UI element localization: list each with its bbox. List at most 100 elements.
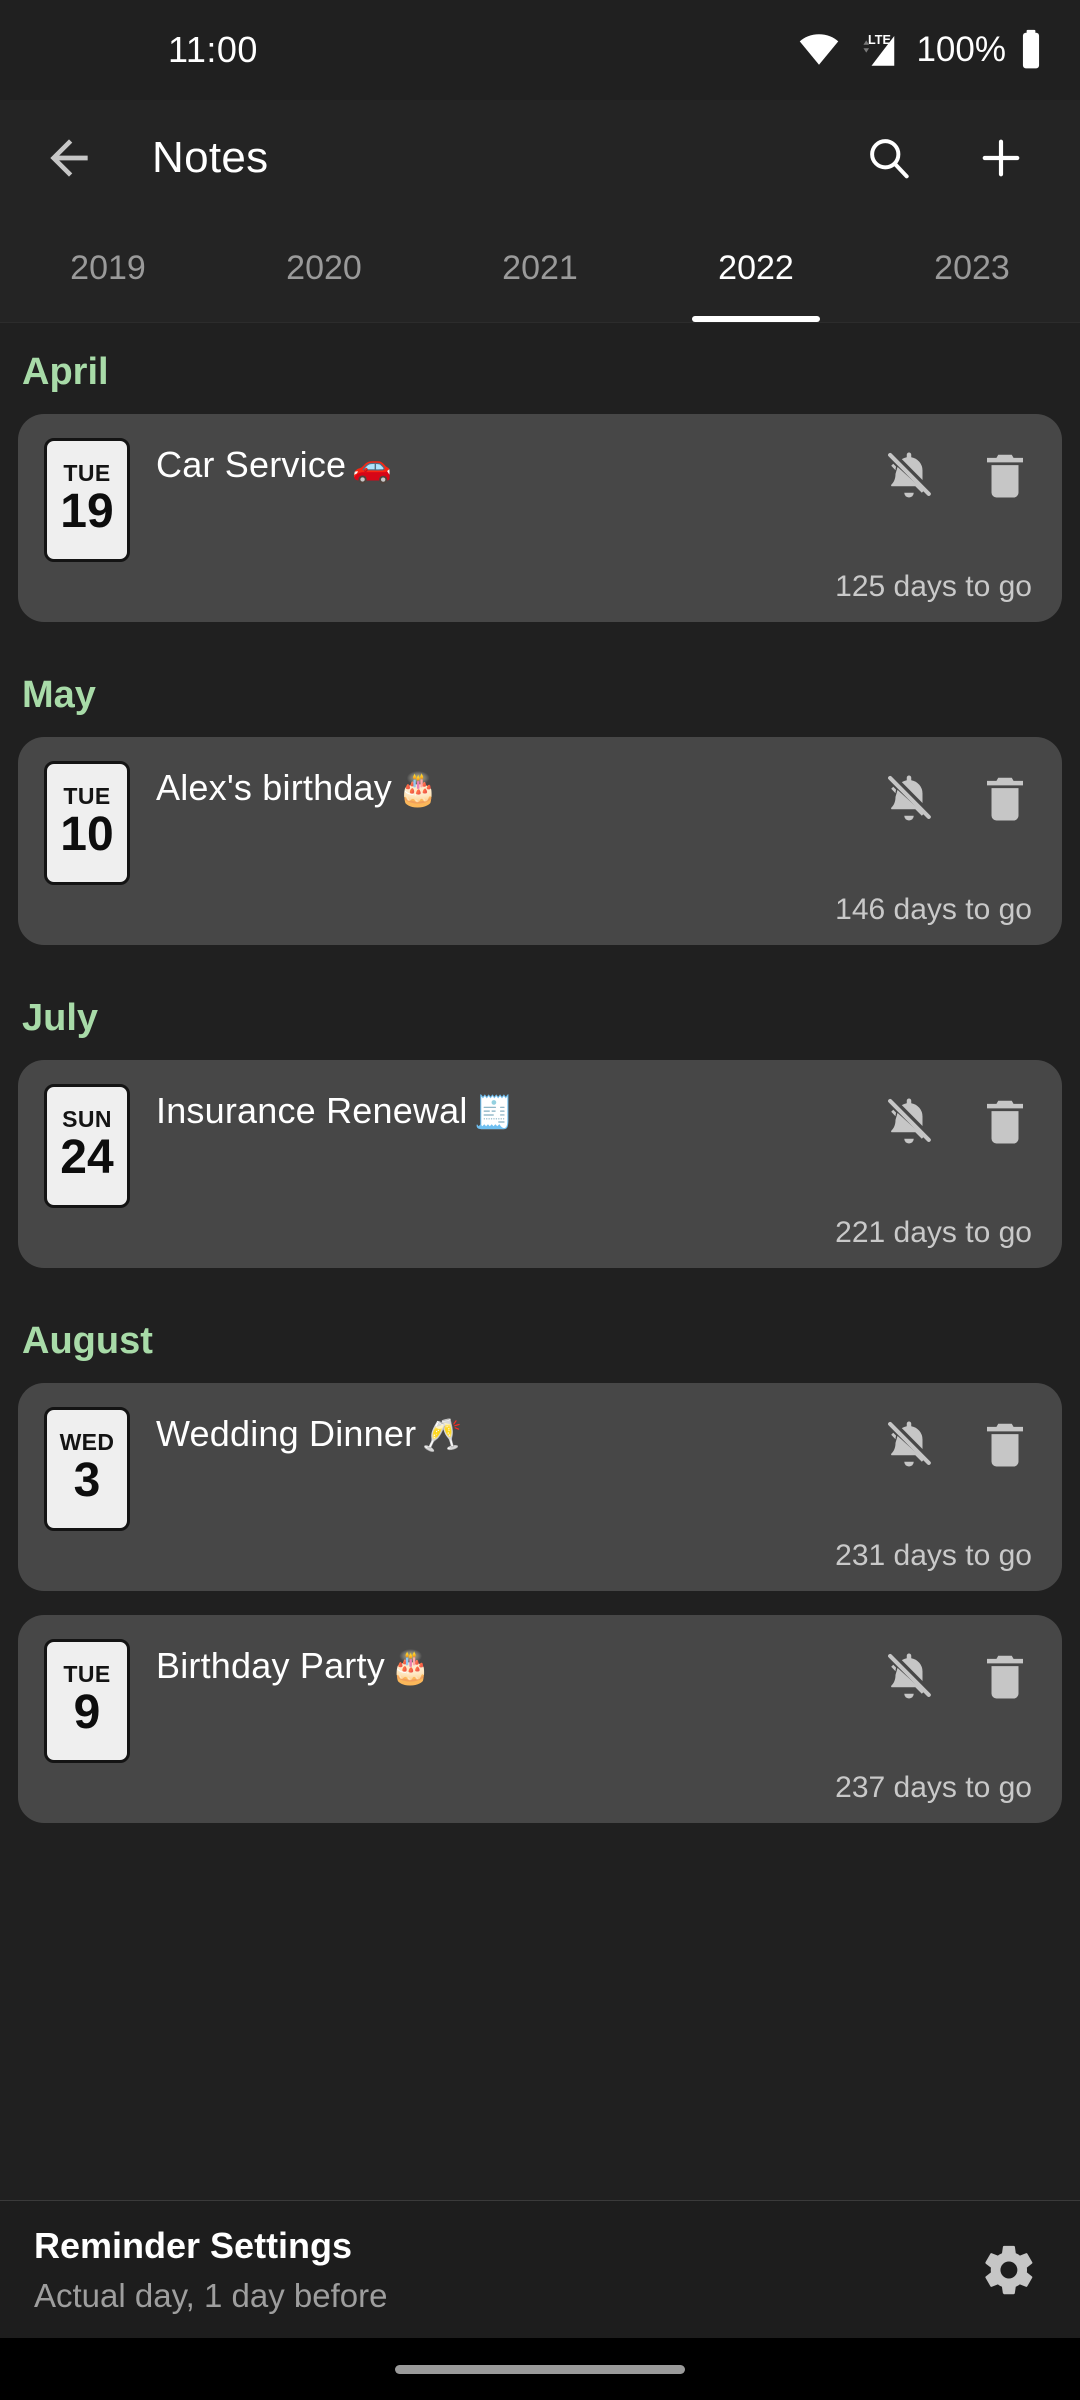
event-day-number: 24 (60, 1131, 114, 1185)
event-day-of-week: TUE (63, 460, 111, 487)
search-button[interactable] (858, 127, 920, 189)
lte-signal-icon: LTE (852, 29, 898, 71)
month-header-may: May (22, 674, 96, 716)
event-title: Alex's birthday (156, 767, 392, 808)
bell-off-icon (888, 1421, 931, 1467)
event-actions (878, 1090, 1036, 1152)
reminder-settings-bar[interactable]: Reminder Settings Actual day, 1 day befo… (0, 2200, 1080, 2338)
month-header-july: July (22, 997, 99, 1039)
wifi-icon (798, 29, 840, 71)
event-emoji: 🎂 (397, 771, 439, 807)
delete-event-button[interactable] (974, 444, 1036, 506)
event-card-top: TUE 19 Car Service 🚗 (44, 438, 1036, 562)
mute-reminder-button[interactable] (878, 1645, 940, 1707)
tab-label: 2019 (70, 249, 146, 287)
year-tabs: 2019 2020 2021 2022 2023 (0, 215, 1080, 323)
event-title-row: Wedding Dinner 🥂 (156, 1413, 862, 1455)
app-bar-actions (858, 127, 1046, 189)
mute-reminder-button[interactable] (878, 1413, 940, 1475)
trash-icon (987, 1423, 1023, 1467)
event-days-to-go: 146 days to go (835, 893, 1032, 926)
mute-reminder-button[interactable] (878, 1090, 940, 1152)
event-card[interactable]: TUE 10 Alex's birthday 🎂 146 days to go (18, 737, 1062, 945)
event-actions (878, 444, 1036, 506)
event-day-of-week: SUN (62, 1106, 112, 1133)
tab-label: 2020 (286, 249, 362, 287)
battery-percent-label: 100% (916, 30, 1006, 69)
event-title: Insurance Renewal (156, 1090, 468, 1131)
event-title: Car Service (156, 444, 347, 485)
event-date-chip: TUE 19 (44, 438, 130, 562)
battery-icon (1018, 28, 1044, 72)
event-date-chip: SUN 24 (44, 1084, 130, 1208)
event-day-of-week: WED (59, 1429, 115, 1456)
gear-icon (985, 2245, 1033, 2294)
bell-off-icon (888, 775, 931, 821)
event-day-number: 19 (60, 485, 114, 539)
event-title-row: Alex's birthday 🎂 (156, 767, 862, 809)
event-date-chip: TUE 9 (44, 1639, 130, 1763)
event-title: Wedding Dinner (156, 1413, 417, 1454)
event-card[interactable]: TUE 9 Birthday Party 🎂 237 days to go (18, 1615, 1062, 1823)
event-title-row: Birthday Party 🎂 (156, 1645, 862, 1687)
bell-off-icon (888, 452, 931, 498)
bell-off-icon (888, 1653, 931, 1699)
month-header-april: April (22, 351, 109, 393)
tab-year-2023[interactable]: 2023 (864, 215, 1080, 322)
event-card[interactable]: WED 3 Wedding Dinner 🥂 231 days to go (18, 1383, 1062, 1591)
trash-icon (987, 1100, 1023, 1144)
event-card-top: TUE 10 Alex's birthday 🎂 (44, 761, 1036, 885)
bell-off-icon (888, 1098, 931, 1144)
mute-reminder-button[interactable] (878, 767, 940, 829)
event-day-number: 9 (73, 1686, 101, 1740)
event-days-to-go: 237 days to go (835, 1771, 1032, 1804)
event-date-chip: WED 3 (44, 1407, 130, 1531)
app-bar: Notes (0, 100, 1080, 215)
event-date-chip: TUE 10 (44, 761, 130, 885)
back-button[interactable] (34, 123, 104, 193)
event-card-top: SUN 24 Insurance Renewal 🧾 (44, 1084, 1036, 1208)
back-arrow-icon (50, 138, 88, 177)
delete-event-button[interactable] (974, 1413, 1036, 1475)
tab-year-2019[interactable]: 2019 (0, 215, 216, 322)
system-nav-bar (0, 2338, 1080, 2400)
reminder-settings-subtitle: Actual day, 1 day before (34, 2276, 388, 2314)
reminder-settings-title: Reminder Settings (34, 2224, 353, 2266)
tab-year-2021[interactable]: 2021 (432, 215, 648, 322)
event-title-row: Insurance Renewal 🧾 (156, 1090, 862, 1132)
events-list: April TUE 19 Car Service 🚗 125 days to go May T… (0, 323, 1080, 2200)
event-actions (878, 1645, 1036, 1707)
event-card-top: TUE 9 Birthday Party 🎂 (44, 1639, 1036, 1763)
event-emoji: 🥂 (422, 1417, 463, 1453)
mute-reminder-button[interactable] (878, 444, 940, 506)
page-title: Notes (152, 132, 269, 182)
tab-year-2022[interactable]: 2022 (648, 215, 864, 322)
status-bar: 11:00 LTE 100% (0, 0, 1080, 100)
event-emoji: 🧾 (473, 1094, 514, 1130)
delete-event-button[interactable] (974, 1645, 1036, 1707)
event-actions (878, 1413, 1036, 1475)
event-day-number: 10 (60, 808, 114, 862)
status-time: 11:00 (168, 29, 258, 70)
tab-label: 2021 (502, 249, 578, 287)
event-emoji: 🚗 (352, 448, 393, 484)
add-note-button[interactable] (970, 127, 1032, 189)
delete-event-button[interactable] (974, 767, 1036, 829)
event-day-of-week: TUE (63, 783, 111, 810)
plus-icon (982, 139, 1020, 176)
month-header-august: August (22, 1320, 153, 1362)
event-card[interactable]: SUN 24 Insurance Renewal 🧾 221 days to go (18, 1060, 1062, 1268)
reminder-settings-text: Reminder Settings Actual day, 1 day befo… (34, 2225, 387, 2315)
trash-icon (987, 454, 1023, 498)
event-emoji: 🎂 (390, 1649, 431, 1685)
event-day-number: 3 (73, 1454, 101, 1508)
delete-event-button[interactable] (974, 1090, 1036, 1152)
tab-label: 2023 (934, 249, 1010, 287)
event-card[interactable]: TUE 19 Car Service 🚗 125 days to go (18, 414, 1062, 622)
status-icons: LTE 100% (798, 28, 1044, 72)
event-days-to-go: 221 days to go (835, 1216, 1032, 1249)
tab-year-2020[interactable]: 2020 (216, 215, 432, 322)
phone-screen: 11:00 LTE 100% Notes 2019 2020 2021 2022… (0, 0, 1080, 2400)
settings-gear-button[interactable] (974, 2235, 1044, 2305)
home-indicator[interactable] (395, 2364, 685, 2374)
